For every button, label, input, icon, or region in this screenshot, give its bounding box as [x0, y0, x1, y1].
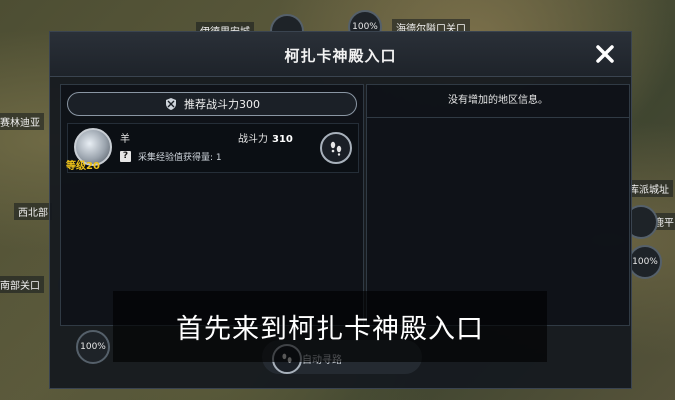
map-label-northwest[interactable]: 西北部	[14, 203, 52, 220]
map-progress-badge[interactable]: 100%	[628, 245, 662, 279]
map-label-south-pass[interactable]: 南部关口	[0, 276, 44, 293]
dialog-title: 柯扎卡神殿入口	[284, 47, 397, 65]
monster-panel: 推荐战斗力300 等级20 羊 战斗力 310 ? 采集经验值获得量: 1	[60, 84, 364, 326]
recommended-power-banner: 推荐战斗力300	[67, 92, 357, 116]
monster-exp-text: 采集经验值获得量: 1	[138, 153, 222, 163]
map-label-sellindia[interactable]: 赛林迪亚	[0, 113, 44, 130]
recommended-power-text: 推荐战斗力300	[184, 98, 260, 111]
power-value: 310	[272, 134, 293, 145]
map-label-kupai[interactable]: 库派城址	[625, 180, 673, 197]
dialog-header: 柯扎卡神殿入口	[50, 32, 631, 77]
question-icon: ?	[120, 151, 131, 162]
region-info-text: 没有增加的地区信息。	[367, 85, 629, 118]
region-info-panel: 没有增加的地区信息。	[366, 84, 630, 326]
footprints-navigate-button[interactable]	[320, 132, 352, 164]
map-progress-badge[interactable]: 100%	[76, 330, 110, 364]
video-subtitle: 首先来到柯扎卡神殿入口	[176, 314, 484, 345]
monster-level: 等级20	[66, 161, 100, 172]
monster-name: 羊	[120, 134, 130, 145]
power-label: 战斗力	[238, 134, 268, 145]
footprints-icon	[330, 141, 342, 156]
monster-power: 战斗力 310	[238, 130, 293, 145]
crossed-swords-shield-icon	[166, 98, 176, 110]
close-icon[interactable]	[593, 42, 617, 66]
monster-list-item[interactable]: 等级20 羊 战斗力 310 ? 采集经验值获得量: 1	[66, 123, 359, 173]
